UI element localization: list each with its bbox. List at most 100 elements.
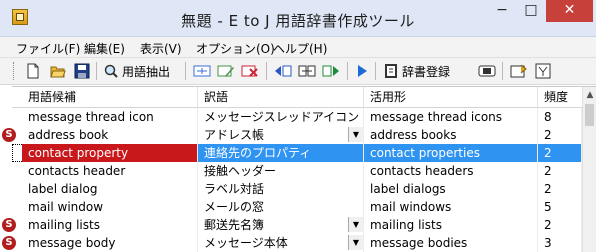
cell-translation-text: メッセージスレッドアイコン <box>204 110 360 124</box>
table-row[interactable]: mailing lists 郵送先名簿 ▼ mailing lists 2 S <box>2 216 582 234</box>
cell-frequency[interactable]: 3 <box>538 234 582 252</box>
cell-inflection[interactable]: contact properties <box>364 144 538 162</box>
dropdown-arrow-icon[interactable]: ▼ <box>348 127 363 142</box>
cell-term[interactable]: mail window <box>22 198 198 216</box>
menu-edit[interactable]: 編集(E) <box>84 40 125 57</box>
cell-inflection-text: contacts headers <box>370 164 474 178</box>
cell-inflection-text: mailing lists <box>370 218 442 232</box>
cell-inflection[interactable]: label dialogs <box>364 180 538 198</box>
cell-inflection-text: contact properties <box>370 146 480 160</box>
open-folder-icon[interactable] <box>50 62 66 80</box>
cell-frequency-text: 8 <box>544 110 552 124</box>
menu-file[interactable]: ファイル(F) <box>16 40 80 57</box>
play-icon[interactable] <box>355 62 369 80</box>
cell-translation-text: メールの窓 <box>204 200 265 214</box>
suggestion-marker-icon: S <box>2 218 16 232</box>
cell-frequency-text: 2 <box>544 164 552 178</box>
cell-term[interactable]: mailing lists <box>22 216 198 234</box>
filter-icon[interactable] <box>535 62 551 80</box>
cell-frequency-text: 2 <box>544 146 552 160</box>
menu-options[interactable]: オプション(O) <box>196 40 275 57</box>
cell-frequency[interactable]: 2 <box>538 162 582 180</box>
dropdown-arrow-icon[interactable]: ▼ <box>348 235 363 250</box>
menu-help[interactable]: ヘルプ(H) <box>273 40 327 57</box>
cell-inflection[interactable]: message thread icons <box>364 108 538 126</box>
cell-inflection[interactable]: mail windows <box>364 198 538 216</box>
table-row[interactable]: contact property 連絡先のプロパティ contact propert… <box>12 144 582 162</box>
move-left-icon[interactable] <box>274 62 292 80</box>
cell-term-text: mail window <box>28 200 104 214</box>
table-row[interactable]: mail window メールの窓 mail windows 5 <box>12 198 582 216</box>
dropdown-arrow-icon[interactable]: ▼ <box>348 217 363 232</box>
cell-frequency[interactable]: 2 <box>538 144 582 162</box>
cell-translation[interactable]: 郵送先名簿 ▼ <box>198 216 364 234</box>
cell-frequency[interactable]: 5 <box>538 198 582 216</box>
cell-translation-text: アドレス帳 <box>204 128 265 142</box>
cell-term-text: address book <box>28 128 109 142</box>
scroll-thumb[interactable] <box>585 104 594 126</box>
table-row[interactable]: contacts header 接触ヘッダー contacts headers 2 <box>12 162 582 180</box>
properties-icon[interactable] <box>510 62 528 80</box>
dictionary-icon <box>385 64 397 78</box>
table-row[interactable]: address book アドレス帳 ▼ address books 2 S <box>2 126 582 144</box>
close-button[interactable]: ✕ <box>546 0 593 22</box>
cell-translation[interactable]: 連絡先のプロパティ <box>198 144 364 162</box>
register-dictionary-label: 辞書登録 <box>402 64 451 79</box>
cell-translation[interactable]: 接触ヘッダー <box>198 162 364 180</box>
cell-translation[interactable]: メールの窓 <box>198 198 364 216</box>
cell-frequency[interactable]: 2 <box>538 126 582 144</box>
toolbar-separator <box>347 62 348 80</box>
cell-translation[interactable]: メッセージスレッドアイコン <box>198 108 364 126</box>
register-dictionary-button[interactable]: 辞書登録 <box>383 62 450 80</box>
cell-frequency[interactable]: 2 <box>538 180 582 198</box>
edit-row-icon[interactable] <box>217 62 235 80</box>
minimize-button[interactable]: − <box>488 0 516 22</box>
cell-translation-text: 接触ヘッダー <box>204 164 277 178</box>
cell-term-text: message body <box>28 236 116 250</box>
toolbar-separator <box>502 62 503 80</box>
header-translation[interactable]: 訳語 <box>198 87 364 107</box>
header-term[interactable]: 用語候補 <box>22 87 198 107</box>
terms-grid[interactable]: 用語候補 訳語 活用形 頻度 message thread icon メッセージス… <box>2 86 596 252</box>
swap-columns-icon[interactable] <box>298 62 316 80</box>
extract-terms-button[interactable]: 用語抽出 <box>103 62 170 80</box>
cell-term[interactable]: contact property <box>22 144 198 162</box>
save-icon[interactable] <box>74 62 90 80</box>
cell-translation[interactable]: アドレス帳 ▼ <box>198 126 364 144</box>
cell-term-text: mailing lists <box>28 218 100 232</box>
cell-frequency[interactable]: 8 <box>538 108 582 126</box>
table-row[interactable]: message body メッセージ本体 ▼ message bodies 3 S <box>2 234 582 252</box>
cell-term[interactable]: address book <box>22 126 198 144</box>
menu-view[interactable]: 表示(V) <box>140 40 182 57</box>
header-frequency[interactable]: 頻度 <box>538 87 582 107</box>
toolbar-grip[interactable] <box>13 62 17 80</box>
cell-term[interactable]: contacts header <box>22 162 198 180</box>
cell-inflection[interactable]: message bodies <box>364 234 538 252</box>
new-file-icon[interactable] <box>26 62 40 80</box>
cell-term-text: contacts header <box>28 164 126 178</box>
cell-term[interactable]: message body <box>22 234 198 252</box>
cell-term-text: contact property <box>28 146 129 160</box>
header-inflection[interactable]: 活用形 <box>364 87 538 107</box>
insert-row-icon[interactable] <box>193 62 211 80</box>
cell-inflection[interactable]: contacts headers <box>364 162 538 180</box>
cell-term[interactable]: message thread icon <box>22 108 198 126</box>
suggestion-marker-icon: S <box>2 128 16 142</box>
cell-translation[interactable]: ラベル対話 <box>198 180 364 198</box>
cell-translation[interactable]: メッセージ本体 ▼ <box>198 234 364 252</box>
cell-inflection[interactable]: mailing lists <box>364 216 538 234</box>
scroll-up-icon[interactable]: ▲ <box>583 87 596 103</box>
cell-inflection[interactable]: address books <box>364 126 538 144</box>
cell-inflection-text: address books <box>370 128 457 142</box>
table-row[interactable]: label dialog ラベル対話 label dialogs 2 <box>12 180 582 198</box>
extract-terms-label: 用語抽出 <box>122 64 171 79</box>
move-right-icon[interactable] <box>322 62 340 80</box>
cell-term[interactable]: label dialog <box>22 180 198 198</box>
vertical-scrollbar[interactable]: ▲ <box>582 87 596 252</box>
delete-row-icon[interactable] <box>241 62 259 80</box>
title-bar: 無題 - E to J 用語辞書作成ツール − □ ✕ <box>0 0 596 37</box>
maximize-button[interactable]: □ <box>518 0 544 22</box>
cell-frequency[interactable]: 2 <box>538 216 582 234</box>
dictionary-view-icon[interactable] <box>478 62 496 80</box>
table-row[interactable]: message thread icon メッセージスレッドアイコン message … <box>12 108 582 126</box>
